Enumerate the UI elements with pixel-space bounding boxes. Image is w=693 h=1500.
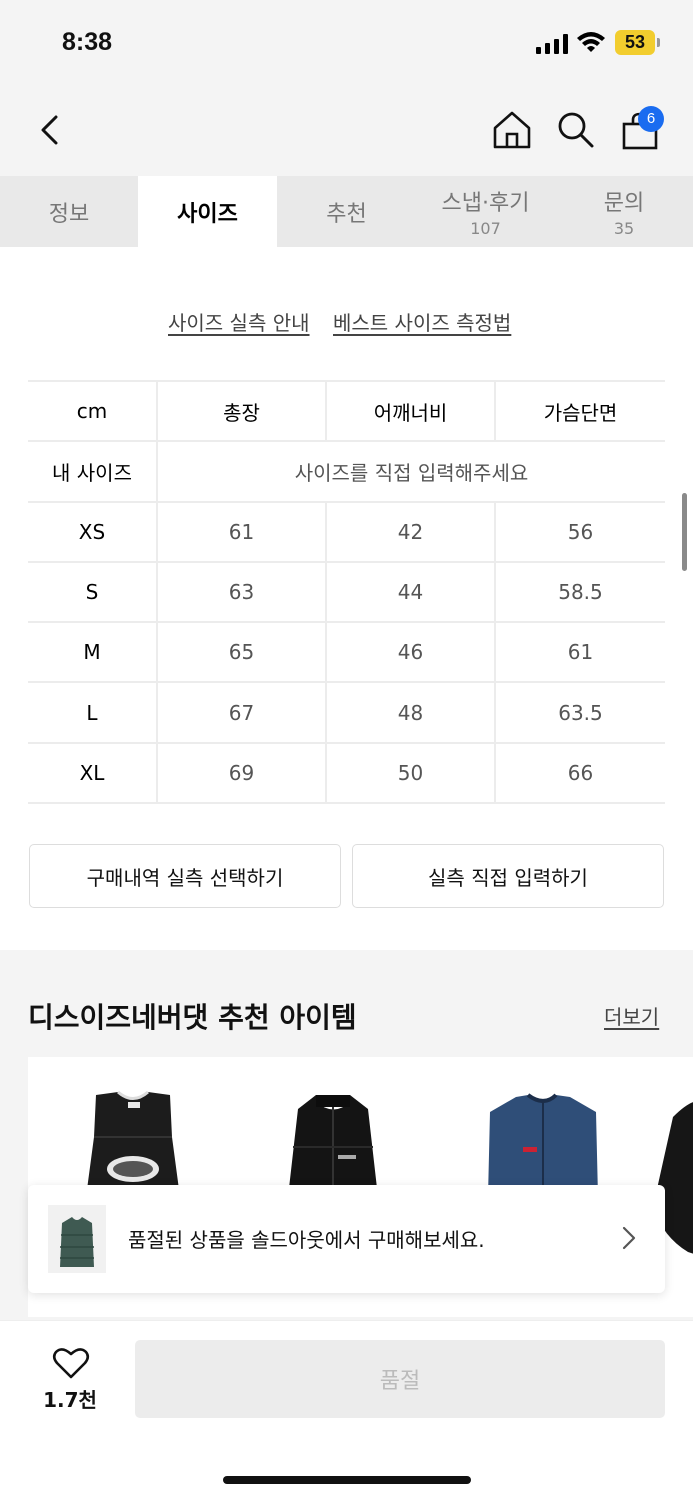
soldout-banner[interactable]: 품절된 상품을 솔드아웃에서 구매해보세요. (28, 1185, 665, 1293)
table-row: S 63 44 58.5 (28, 560, 665, 624)
size-label: M (28, 621, 158, 684)
length-cell: 65 (157, 621, 327, 684)
length-cell: 61 (157, 500, 327, 563)
home-icon[interactable] (492, 110, 532, 150)
size-label: XL (28, 741, 158, 805)
tab-label: 사이즈 (177, 201, 238, 227)
recommend-title: 디스이즈네버댓 추천 아이템 (28, 1001, 357, 1034)
tab-info[interactable]: 정보 (0, 176, 138, 247)
heart-icon[interactable] (52, 1346, 90, 1380)
tab-bar: 정보 사이즈 추천 스냅·후기 107 문의 35 (0, 176, 693, 247)
length-cell: 67 (157, 681, 327, 744)
select-purchase-history-button[interactable]: 구매내역 실측 선택하기 (29, 844, 341, 908)
battery-nub (657, 38, 660, 47)
table-row: L 67 48 63.5 (28, 681, 665, 744)
table-row: XL 69 50 66 (28, 741, 665, 805)
size-label: XS (28, 500, 158, 563)
shoulder-cell: 44 (326, 560, 496, 624)
tab-inquiry[interactable]: 문의 35 (555, 176, 693, 247)
shoulder-cell: 48 (326, 681, 496, 744)
battery-indicator: 53 (615, 30, 655, 55)
my-size-row[interactable]: 내 사이즈 사이즈를 직접 입력해주세요 (28, 440, 665, 503)
chest-cell: 63.5 (495, 681, 665, 744)
status-time: 8:38 (62, 28, 113, 56)
tab-recommend[interactable]: 추천 (277, 176, 416, 247)
tab-label: 정보 (48, 201, 90, 227)
length-cell: 63 (157, 560, 327, 624)
header-chest: 가슴단면 (495, 379, 665, 443)
size-guide-link[interactable]: 사이즈 실측 안내 (168, 307, 310, 336)
tab-size[interactable]: 사이즈 (138, 176, 277, 247)
size-label: L (28, 681, 158, 744)
chest-cell: 56 (495, 500, 665, 563)
soldout-thumbnail (48, 1205, 106, 1273)
scrollbar[interactable] (682, 493, 687, 571)
recommend-more-link[interactable]: 더보기 (604, 1001, 659, 1030)
shoulder-cell: 42 (326, 500, 496, 563)
back-icon[interactable] (38, 114, 62, 146)
tab-snap-review[interactable]: 스냅·후기 107 (416, 176, 555, 247)
cart-count-badge: 6 (638, 106, 664, 132)
product-image[interactable] (258, 1057, 408, 1197)
table-row: M 65 46 61 (28, 621, 665, 684)
wifi-icon (577, 32, 605, 52)
tab-label: 문의 (603, 191, 645, 216)
chest-cell: 61 (495, 621, 665, 684)
my-size-input[interactable]: 사이즈를 직접 입력해주세요 (157, 440, 665, 503)
chest-cell: 58.5 (495, 560, 665, 624)
status-bar: 8:38 53 (0, 0, 693, 90)
shoulder-cell: 46 (326, 621, 496, 684)
direct-input-button[interactable]: 실측 직접 입력하기 (352, 844, 664, 908)
chevron-right-icon (622, 1226, 636, 1250)
header-length: 총장 (157, 379, 327, 443)
product-image[interactable] (58, 1057, 208, 1197)
header-unit: cm (28, 379, 158, 443)
home-indicator (223, 1476, 471, 1484)
best-size-method-link[interactable]: 베스트 사이즈 측정법 (333, 307, 511, 336)
tab-label: 스냅·후기 (441, 191, 530, 216)
header-shoulder: 어깨너비 (326, 379, 496, 443)
like-count: 1.7천 (43, 1388, 97, 1412)
product-image[interactable] (468, 1057, 618, 1197)
table-row: XS 61 42 56 (28, 500, 665, 563)
search-icon[interactable] (556, 110, 596, 150)
chest-cell: 66 (495, 741, 665, 805)
table-header-row: cm 총장 어깨너비 가슴단면 (28, 379, 665, 443)
soldout-banner-text: 품절된 상품을 솔드아웃에서 구매해보세요. (128, 1228, 485, 1252)
size-label: S (28, 560, 158, 624)
my-size-label: 내 사이즈 (28, 440, 158, 503)
tab-count: 107 (470, 219, 501, 238)
tab-label: 추천 (326, 201, 367, 227)
soldout-buy-button[interactable]: 품절 (135, 1340, 665, 1418)
size-table: cm 총장 어깨너비 가슴단면 내 사이즈 사이즈를 직접 입력해주세요 XS … (28, 379, 665, 805)
tab-count: 35 (613, 219, 635, 238)
length-cell: 69 (157, 741, 327, 805)
shoulder-cell: 50 (326, 741, 496, 805)
signal-icon (536, 34, 568, 54)
